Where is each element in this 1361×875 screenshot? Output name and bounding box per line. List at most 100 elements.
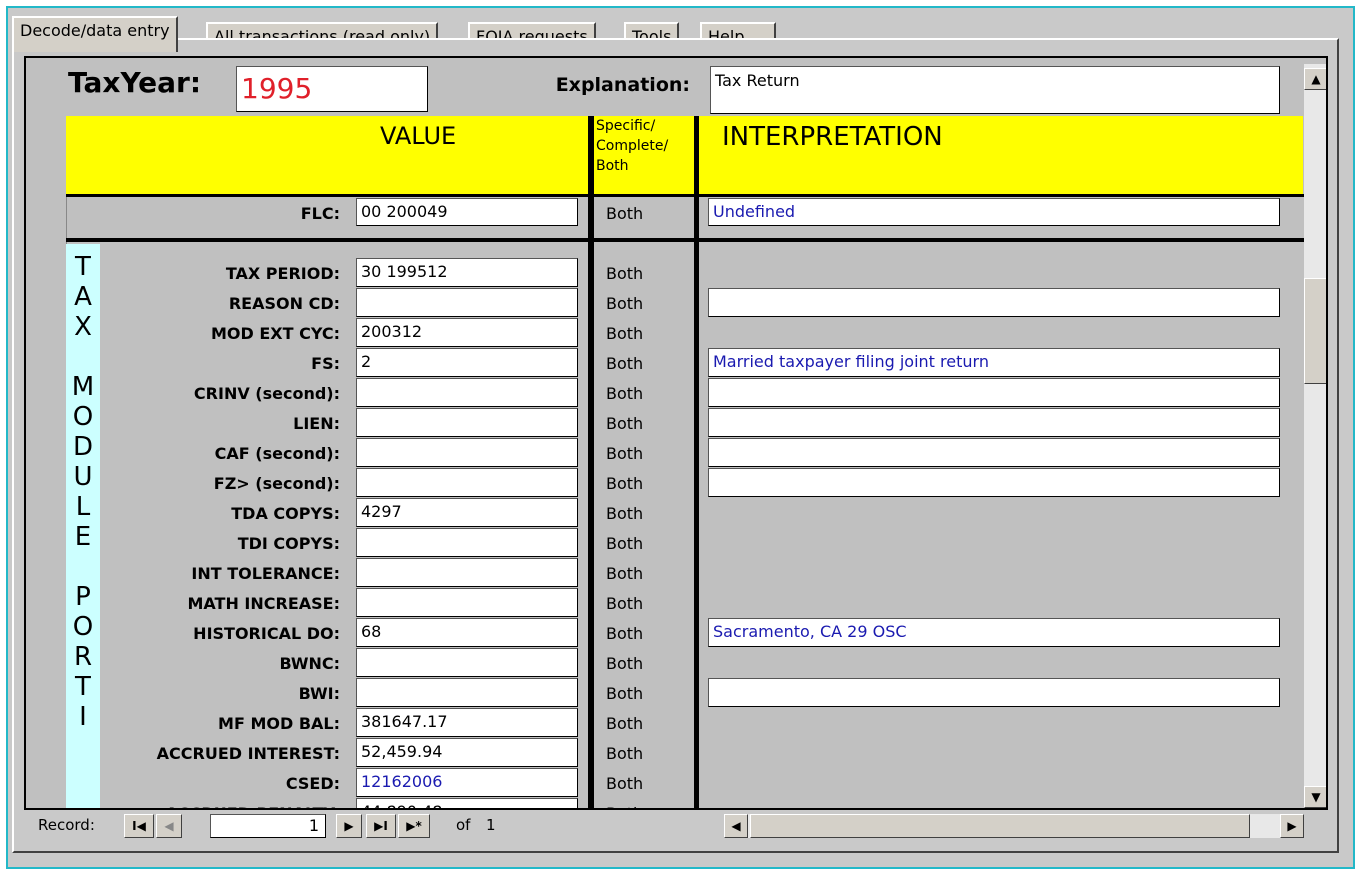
row-label: MOD EXT CYC:	[210, 324, 340, 343]
row-value-input[interactable]: 4297	[356, 498, 578, 527]
scroll-left-button[interactable]: ◀	[724, 814, 748, 838]
flc-interpretation[interactable]: Undefined	[708, 198, 1280, 226]
side-label-letter: A	[74, 282, 92, 312]
side-label-letter: R	[73, 642, 93, 672]
row-value-input[interactable]: 52,459.94	[356, 738, 578, 767]
specific-header-line1: Specific/	[596, 118, 656, 134]
record-selector	[26, 196, 67, 808]
row-interpretation[interactable]: Married taxpayer filing joint return	[708, 348, 1280, 377]
row-interpretation[interactable]: Sacramento, CA 29 OSC	[708, 618, 1280, 647]
row-interpretation[interactable]	[708, 288, 1280, 317]
record-total: 1	[486, 816, 496, 834]
scroll-down-button[interactable]: ▼	[1304, 786, 1326, 808]
side-label-letter: O	[72, 612, 94, 642]
row-scope: Both	[606, 684, 644, 703]
specific-header-line2: Complete/	[596, 138, 669, 154]
side-label-letter: X	[74, 312, 92, 342]
scroll-right-button[interactable]: ▶	[1280, 814, 1304, 838]
previous-record-button[interactable]: ◀	[156, 814, 182, 838]
row-label: INT TOLERANCE:	[191, 564, 340, 583]
row-scope: Both	[606, 324, 644, 343]
row-label: REASON CD:	[228, 294, 340, 313]
row-scope: Both	[606, 594, 644, 613]
decode-form: TaxYear: 1995 Explanation: Tax Return VA…	[24, 56, 1328, 810]
row-scope: Both	[606, 384, 644, 403]
row-interpretation[interactable]	[708, 468, 1280, 497]
row-value-input[interactable]	[356, 588, 578, 617]
row-scope: Both	[606, 294, 644, 313]
value-column-header: VALUE	[380, 122, 457, 150]
row-label: TDA COPYS:	[231, 504, 340, 523]
row-value-input[interactable]	[356, 648, 578, 677]
row-interpretation[interactable]	[708, 678, 1280, 707]
row-scope: Both	[606, 444, 644, 463]
row-value-input[interactable]: 44,890.48	[356, 798, 578, 808]
row-value-input[interactable]	[356, 678, 578, 707]
row-scope: Both	[606, 624, 644, 643]
row-scope: Both	[606, 504, 644, 523]
row-label: FZ> (second):	[213, 474, 340, 493]
specific-header-line3: Both	[596, 158, 629, 174]
vertical-scrollbar[interactable]	[1304, 64, 1326, 808]
row-label: BWI:	[298, 684, 340, 703]
row-interpretation[interactable]	[708, 408, 1280, 437]
flc-input[interactable]: 00 200049	[356, 198, 578, 226]
row-label: LIEN:	[293, 414, 340, 433]
side-label-letter: D	[72, 432, 94, 462]
row-label: MATH INCREASE:	[187, 594, 340, 613]
current-record-input[interactable]: 1	[210, 814, 326, 838]
row-value-input[interactable]: 30 199512	[356, 258, 578, 287]
row-scope: Both	[606, 354, 644, 373]
row-label: CAF (second):	[214, 444, 340, 463]
row-label: MF MOD BAL:	[218, 714, 340, 733]
scroll-up-button[interactable]: ▲	[1304, 68, 1326, 90]
record-of-text: of	[456, 816, 471, 834]
row-interpretation[interactable]	[708, 438, 1280, 467]
explanation-input[interactable]: Tax Return	[710, 66, 1280, 114]
flc-label: FLC:	[300, 204, 340, 223]
row-interpretation[interactable]	[708, 378, 1280, 407]
next-record-button[interactable]: ▶	[336, 814, 362, 838]
taxyear-label: TaxYear:	[68, 66, 201, 99]
row-value-input[interactable]	[356, 438, 578, 467]
record-navigation-bar: Record: I◀ ◀ 1 ▶ ▶I ▶* of 1 ◀ ▶	[24, 810, 1328, 842]
side-label-letter: L	[75, 492, 91, 522]
taxyear-label-text: TaxYear:	[68, 66, 202, 99]
row-value-input[interactable]: 2	[356, 348, 578, 377]
row-scope: Both	[606, 564, 644, 583]
tab-decode-data-entry[interactable]: Decode/data entry	[12, 16, 178, 52]
row-value-input[interactable]: 12162006	[356, 768, 578, 797]
row-value-input[interactable]: 68	[356, 618, 578, 647]
divider-flc	[66, 238, 1306, 242]
side-label-letter: M	[71, 372, 95, 402]
row-value-input[interactable]	[356, 288, 578, 317]
side-label-letter: E	[74, 522, 92, 552]
first-record-button[interactable]: I◀	[124, 814, 154, 838]
row-value-input[interactable]: 381647.17	[356, 708, 578, 737]
row-label: ACCRUED INTEREST:	[156, 744, 340, 763]
row-scope: Both	[606, 714, 644, 733]
row-value-input[interactable]	[356, 468, 578, 497]
taxyear-input[interactable]: 1995	[236, 66, 428, 112]
side-label-letter: O	[72, 402, 94, 432]
row-value-input[interactable]	[356, 408, 578, 437]
row-value-input[interactable]: 200312	[356, 318, 578, 347]
horizontal-scroll-thumb[interactable]	[750, 814, 1250, 838]
row-label: CRINV (second):	[193, 384, 340, 403]
row-label: TAX PERIOD:	[225, 264, 340, 283]
row-label: HISTORICAL DO:	[193, 624, 340, 643]
row-scope: Both	[606, 534, 644, 553]
row-label: BWNC:	[279, 654, 341, 673]
row-value-input[interactable]	[356, 558, 578, 587]
row-value-input[interactable]	[356, 528, 578, 557]
last-record-button[interactable]: ▶I	[366, 814, 396, 838]
row-scope: Both	[606, 264, 644, 283]
new-record-button[interactable]: ▶*	[398, 814, 430, 838]
scroll-thumb[interactable]	[1304, 278, 1326, 384]
row-value-input[interactable]	[356, 378, 578, 407]
row-scope: Both	[606, 414, 644, 433]
column-divider-right	[694, 116, 699, 808]
row-label: TDI COPYS:	[237, 534, 340, 553]
row-label: FS:	[311, 354, 340, 373]
column-divider-left	[588, 116, 594, 808]
